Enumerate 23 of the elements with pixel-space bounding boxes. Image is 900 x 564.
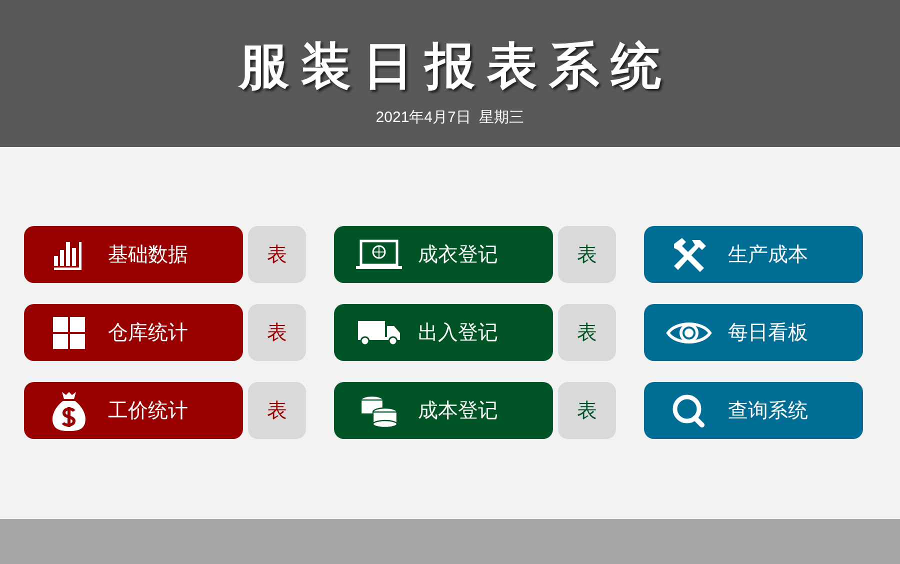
menu-button[interactable]: 成本登记	[334, 382, 553, 439]
table-button[interactable]: 表	[248, 382, 306, 439]
menu-button[interactable]: 查询系统	[644, 382, 863, 439]
search-icon	[672, 394, 706, 428]
menu-button[interactable]: 成衣登记	[334, 226, 553, 283]
money-bag-icon	[51, 390, 87, 432]
coins-icon	[359, 394, 399, 428]
menu-button[interactable]: 工价统计	[24, 382, 243, 439]
table-button[interactable]: 表	[248, 226, 306, 283]
laptop-icon	[355, 238, 403, 270]
table-button[interactable]: 表	[558, 226, 616, 283]
menu-button[interactable]: 出入登记	[334, 304, 553, 361]
date-text: 2021年4月7日 星期三	[376, 108, 524, 127]
menu-button[interactable]: 每日看板	[644, 304, 863, 361]
grid-icon	[52, 316, 86, 350]
truck-icon	[357, 320, 401, 346]
app-title: 服装日报表系统	[237, 35, 673, 97]
table-button[interactable]: 表	[558, 304, 616, 361]
menu-button[interactable]: 生产成本	[644, 226, 863, 283]
menu-button[interactable]: 仓库统计	[24, 304, 243, 361]
table-button[interactable]: 表	[558, 382, 616, 439]
menu-button[interactable]: 基础数据	[24, 226, 243, 283]
table-button[interactable]: 表	[248, 304, 306, 361]
